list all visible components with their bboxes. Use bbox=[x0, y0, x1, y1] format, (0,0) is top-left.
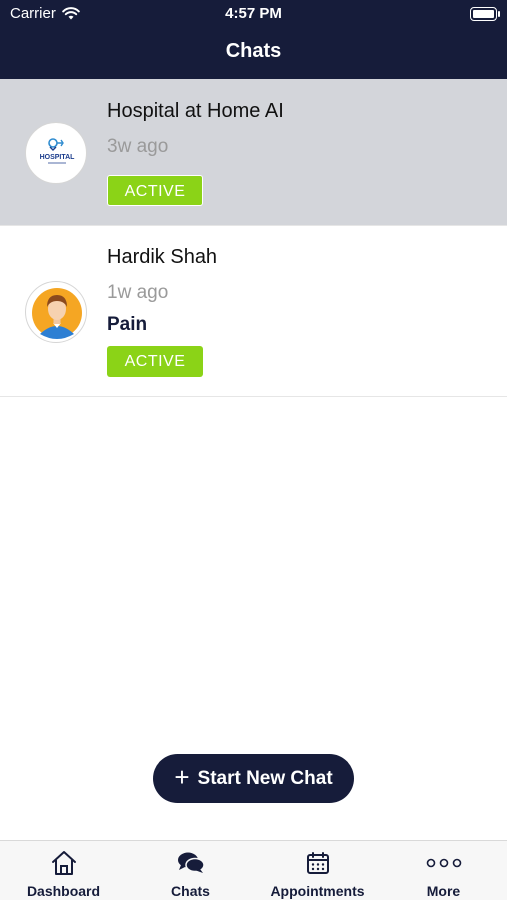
tab-chats[interactable]: Chats bbox=[127, 841, 254, 900]
battery-icon bbox=[470, 7, 500, 21]
tab-bar: Dashboard Chats Appointments More bbox=[0, 840, 507, 900]
plus-icon: + bbox=[174, 762, 190, 792]
chat-bubbles-icon bbox=[177, 852, 205, 873]
status-badge: ACTIVE bbox=[107, 346, 203, 377]
chat-name: Hardik Shah bbox=[107, 246, 218, 268]
tab-label: Appointments bbox=[270, 883, 365, 899]
page-title: Chats bbox=[225, 40, 282, 62]
chat-list: HOSPITAL Hospital at Home AI 3w ago ACTI… bbox=[0, 79, 507, 397]
tab-more[interactable]: More bbox=[380, 841, 507, 900]
header: Carrier 4:57 PM Chats bbox=[0, 0, 507, 79]
calendar-icon bbox=[306, 852, 329, 874]
chat-item-hospital-at-home-ai[interactable]: HOSPITAL Hospital at Home AI 3w ago ACTI… bbox=[0, 79, 507, 226]
home-icon bbox=[51, 851, 76, 875]
tab-label: Dashboard bbox=[26, 883, 101, 899]
status-badge: ACTIVE bbox=[107, 175, 203, 206]
chat-time: 3w ago bbox=[107, 136, 169, 157]
tab-label: More bbox=[426, 883, 461, 899]
tab-appointments[interactable]: Appointments bbox=[254, 841, 381, 900]
tab-dashboard[interactable]: Dashboard bbox=[0, 841, 127, 900]
chat-subtitle: Pain bbox=[107, 314, 148, 335]
clock: 4:57 PM bbox=[225, 5, 282, 22]
svg-text:HOSPITAL: HOSPITAL bbox=[40, 154, 76, 161]
person-avatar-icon bbox=[32, 288, 82, 339]
avatar: HOSPITAL bbox=[25, 122, 87, 184]
hospital-logo-icon: HOSPITAL bbox=[40, 138, 76, 164]
tab-label: Chats bbox=[171, 883, 210, 899]
status-bar: Carrier 4:57 PM bbox=[0, 0, 507, 28]
start-new-chat-button[interactable]: + Start New Chat bbox=[153, 754, 354, 803]
chats-screen: Carrier 4:57 PM Chats HOSPITAL Hospital … bbox=[0, 0, 507, 900]
chat-name: Hospital at Home AI bbox=[107, 100, 284, 122]
chat-item-hardik-shah[interactable]: Hardik Shah 1w ago Pain ACTIVE bbox=[0, 226, 507, 397]
avatar bbox=[25, 281, 87, 343]
more-dots-icon bbox=[426, 858, 461, 868]
chat-time: 1w ago bbox=[107, 282, 169, 303]
start-new-chat-label: Start New Chat bbox=[197, 767, 333, 789]
